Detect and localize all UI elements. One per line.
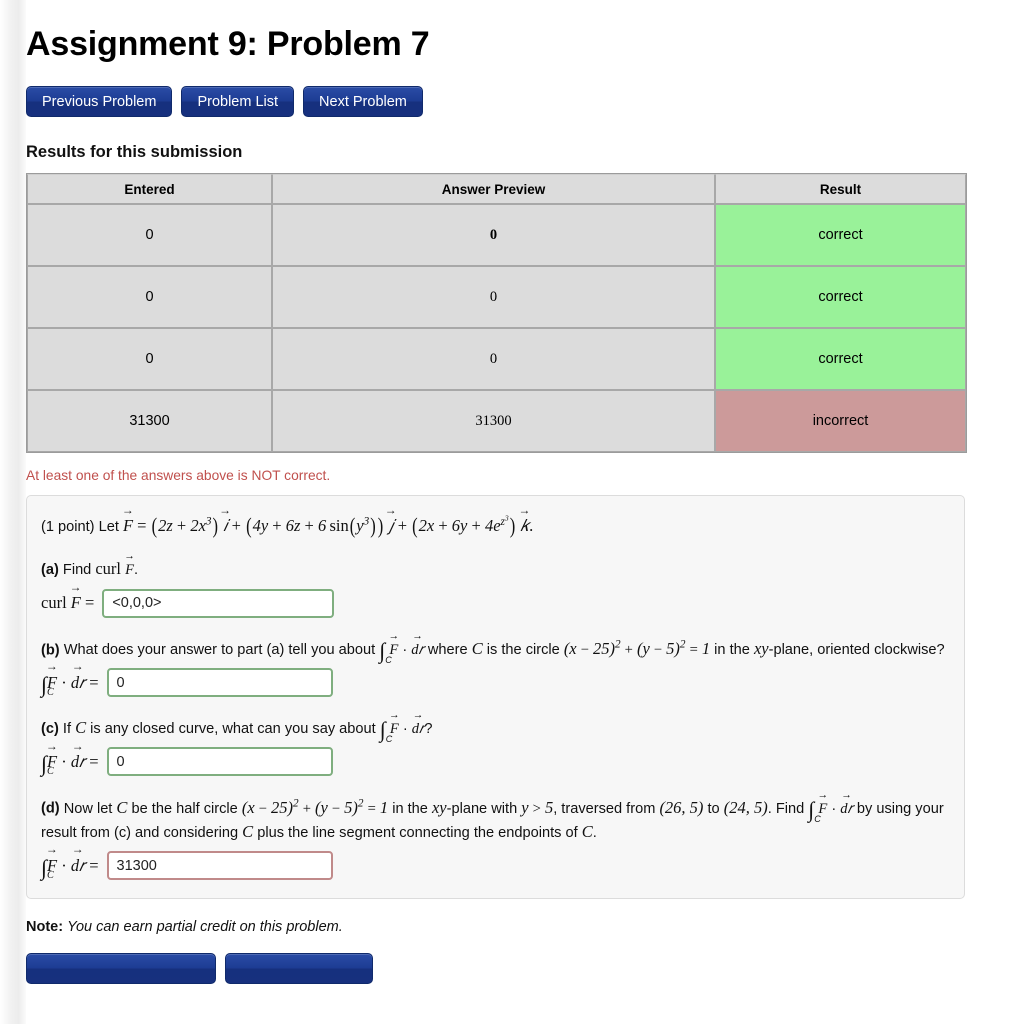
cell-answer-preview: 0 [272,328,715,390]
cell-result-status: correct [715,328,966,390]
cell-result-status: incorrect [715,390,966,452]
previous-problem-button[interactable]: Previous Problem [26,86,173,117]
part-a-label: (a) [41,562,59,579]
part-d-answer-line: ∫CF · d𝑟 = [41,851,950,881]
note-text: You can earn partial credit on this prob… [67,919,343,936]
results-heading: Results for this submission [26,143,243,161]
part-b-answer-input[interactable] [106,668,333,698]
part-d-text: Now let C be the half circle (x − 25)2 +… [41,797,944,841]
part-c-answer-line: ∫CF · d𝑟 = [41,747,950,777]
problem-nav-buttons: Previous Problem Problem List Next Probl… [26,86,1021,117]
part-b-text: What does your answer to part (a) tell y… [64,639,945,665]
cell-result-status: correct [715,204,966,266]
part-d-prompt: ∫CF · d𝑟 = [41,854,99,881]
table-row: 0 0 correct [27,204,966,266]
problem-statement: (1 point) Let F = (2z + 2x3) 𝑖 + (4y + 6… [41,512,950,539]
results-table: Entered Answer Preview Result 0 0 correc… [26,173,967,453]
webwork-problem-page: Assignment 9: Problem 7 Previous Problem… [0,0,1021,1024]
part-d-answer-input[interactable] [106,851,333,881]
part-b-prompt: ∫CF · d𝑟 = [41,671,99,698]
problem-statement-panel: (1 point) Let F = (2z + 2x3) 𝑖 + (4y + 6… [26,495,965,900]
part-b: (b) What does your answer to part (a) te… [41,637,950,699]
table-row: 0 0 correct [27,328,966,390]
part-a-answer-input[interactable] [102,588,335,618]
part-a-answer-line: curl F = [41,588,950,618]
cell-entered: 0 [27,328,272,390]
submission-warning-message: At least one of the answers above is NOT… [26,468,331,483]
part-a-text: Find curl F. [63,559,138,578]
part-c-label: (c) [41,721,59,738]
column-header-answer-preview: Answer Preview [272,174,715,204]
part-a-question: (a) Find curl F. [41,557,950,581]
cell-entered: 0 [27,204,272,266]
partial-credit-note: Note: You can earn partial credit on thi… [26,919,1021,935]
page-edge-shadow [0,0,26,1024]
part-b-question: (b) What does your answer to part (a) te… [41,637,950,665]
part-b-answer-line: ∫CF · d𝑟 = [41,668,950,698]
cell-entered: 0 [27,266,272,328]
part-c-text: If C is any closed curve, what can you s… [63,718,433,744]
problem-list-button[interactable]: Problem List [181,86,295,117]
cell-answer-preview: 31300 [272,390,715,452]
page-content: Assignment 9: Problem 7 Previous Problem… [26,0,1021,1024]
cell-answer-preview: 0 [272,204,715,266]
points-label: (1 point) Let [41,519,119,536]
part-c-prompt: ∫CF · d𝑟 = [41,750,99,777]
part-a: (a) Find curl F. curl F = [41,557,950,618]
cell-entered: 31300 [27,390,272,452]
column-header-entered: Entered [27,174,272,204]
part-c-answer-input[interactable] [106,747,333,777]
note-prefix: Note: [26,919,64,936]
footer-button-left[interactable] [26,953,216,985]
next-problem-button[interactable]: Next Problem [303,86,423,117]
part-d-question: (d) Now let C be the half circle (x − 25… [41,795,950,844]
part-d: (d) Now let C be the half circle (x − 25… [41,795,950,881]
footer-button-right[interactable] [225,953,373,985]
part-a-prompt: curl F = [41,591,94,615]
table-header-row: Entered Answer Preview Result [27,174,966,204]
part-d-label: (d) [41,800,60,817]
cell-answer-preview: 0 [272,266,715,328]
field-definition-math: F = (2z + 2x3) 𝑖 + (4y + 6z + 6 sin(y3))… [123,513,533,539]
table-row: 31300 31300 incorrect [27,390,966,452]
table-row: 0 0 correct [27,266,966,328]
footer-buttons [26,953,1021,985]
page-title: Assignment 9: Problem 7 [26,25,430,63]
part-c-question: (c) If C is any closed curve, what can y… [41,716,950,744]
cell-result-status: correct [715,266,966,328]
part-c: (c) If C is any closed curve, what can y… [41,716,950,777]
column-header-result: Result [715,174,966,204]
part-b-label: (b) [41,642,60,659]
